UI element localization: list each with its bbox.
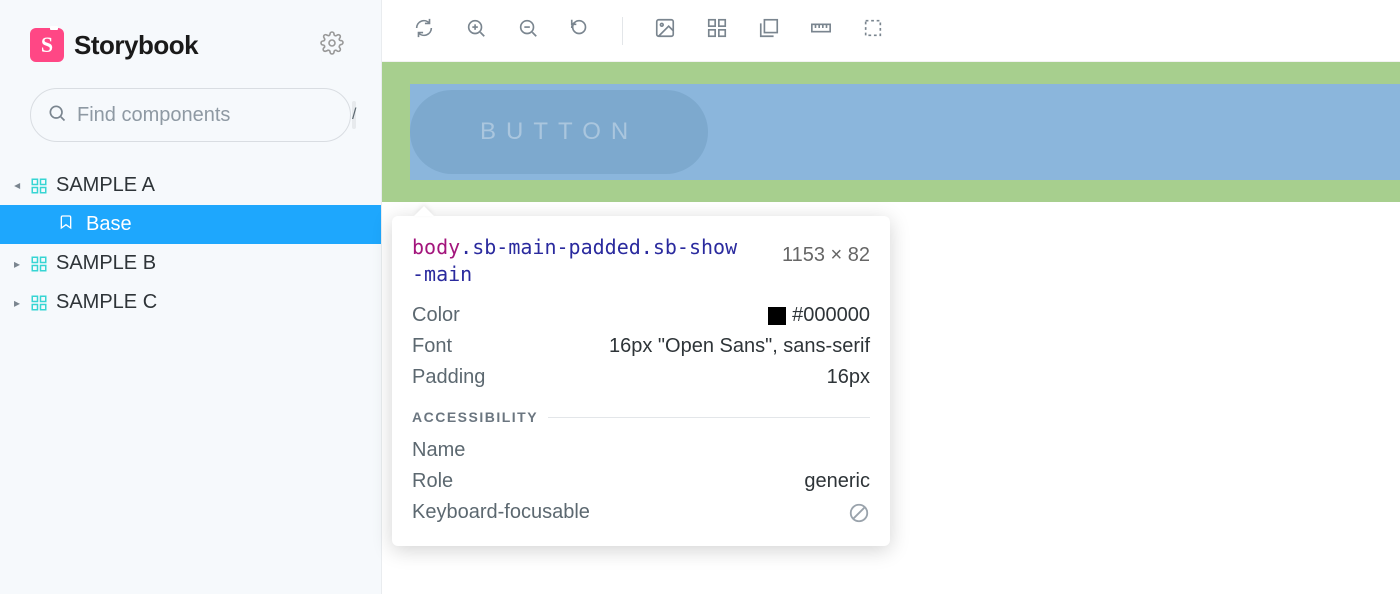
component-tree: ▾ SAMPLE A Base ▸ SAMPLE B ▸ SAMPLE C (0, 166, 381, 322)
element-inspector-popup: body.sb-main-padded.sb-show-main 1153 × … (392, 216, 890, 546)
toolbar (382, 0, 1400, 62)
inspector-row-padding: Padding 16px (412, 362, 870, 393)
row-value: 16px "Open Sans", sans-serif (609, 335, 870, 358)
zoom-in-button[interactable] (464, 19, 488, 43)
search-input[interactable] (77, 104, 342, 127)
sidebar-header: S Storybook (0, 28, 381, 62)
remount-button[interactable] (412, 19, 436, 43)
preview-padding-overlay: BUTTON (382, 62, 1400, 202)
story-item-label: Base (86, 213, 132, 236)
row-label: Padding (412, 366, 485, 389)
gear-icon (320, 31, 344, 60)
search-field[interactable]: / (30, 88, 351, 142)
zoom-reset-icon (569, 17, 591, 44)
tree-item-label: SAMPLE C (56, 291, 157, 314)
row-value: #000000 (792, 304, 870, 327)
image-icon (654, 17, 676, 44)
story-item-base[interactable]: Base (0, 205, 381, 244)
inspector-row-a11y-focusable: Keyboard-focusable (412, 497, 870, 528)
component-icon (30, 177, 48, 195)
measure-button[interactable] (809, 19, 833, 43)
settings-button[interactable] (315, 28, 349, 62)
inspector-row-a11y-name: Name (412, 435, 870, 466)
background-button[interactable] (653, 19, 677, 43)
component-icon (30, 294, 48, 312)
selector-tag: body (412, 235, 460, 259)
tree-item-label: SAMPLE B (56, 252, 156, 275)
zoom-out-button[interactable] (516, 19, 540, 43)
caret-right-icon: ▸ (12, 257, 22, 271)
brand-title: Storybook (74, 30, 198, 61)
tree-item-sample-c[interactable]: ▸ SAMPLE C (0, 283, 381, 322)
zoom-reset-button[interactable] (568, 19, 592, 43)
row-value: 16px (827, 366, 870, 389)
row-label: Keyboard-focusable (412, 501, 590, 524)
selector-classes: .sb-main-padded.sb-show-main (412, 235, 737, 286)
sync-icon (413, 17, 435, 44)
viewport-button[interactable] (757, 19, 781, 43)
inspector-section-accessibility: ACCESSIBILITY (412, 409, 870, 425)
search-wrap: / (0, 88, 381, 142)
section-title: ACCESSIBILITY (412, 409, 538, 425)
outline-button[interactable] (861, 19, 885, 43)
color-swatch-icon (768, 307, 786, 325)
zoom-out-icon (517, 17, 539, 44)
inspector-selector: body.sb-main-padded.sb-show-main (412, 234, 742, 288)
caret-down-icon: ▾ (11, 181, 25, 191)
zoom-in-icon (465, 17, 487, 44)
brand: S Storybook (30, 28, 198, 62)
row-label: Name (412, 439, 465, 462)
section-line (548, 417, 870, 418)
tree-item-label: SAMPLE A (56, 174, 155, 197)
bookmark-icon (58, 213, 74, 236)
row-label: Font (412, 335, 452, 358)
row-label: Role (412, 470, 453, 493)
inspector-dimensions: 1153 × 82 (782, 234, 870, 267)
ruler-icon (810, 17, 832, 44)
grid-icon (706, 17, 728, 44)
outline-icon (862, 17, 884, 44)
tree-item-sample-a[interactable]: ▾ SAMPLE A (0, 166, 381, 205)
row-label: Color (412, 304, 460, 327)
inspector-row-color: Color #000000 (412, 300, 870, 331)
inspector-row-a11y-role: Role generic (412, 466, 870, 497)
sidebar: S Storybook / ▾ SAMPLE A (0, 0, 382, 594)
storybook-logo-icon: S (30, 28, 64, 62)
grid-button[interactable] (705, 19, 729, 43)
tree-item-sample-b[interactable]: ▸ SAMPLE B (0, 244, 381, 283)
row-value: generic (804, 470, 870, 493)
demo-button[interactable]: BUTTON (410, 90, 708, 174)
preview-content-overlay: BUTTON (410, 84, 1400, 180)
toolbar-separator (622, 17, 623, 45)
not-focusable-icon (848, 502, 870, 524)
component-icon (30, 255, 48, 273)
stack-icon (758, 17, 780, 44)
caret-right-icon: ▸ (12, 296, 22, 310)
inspector-row-font: Font 16px "Open Sans", sans-serif (412, 331, 870, 362)
search-icon (47, 103, 67, 128)
search-shortcut: / (352, 101, 356, 129)
